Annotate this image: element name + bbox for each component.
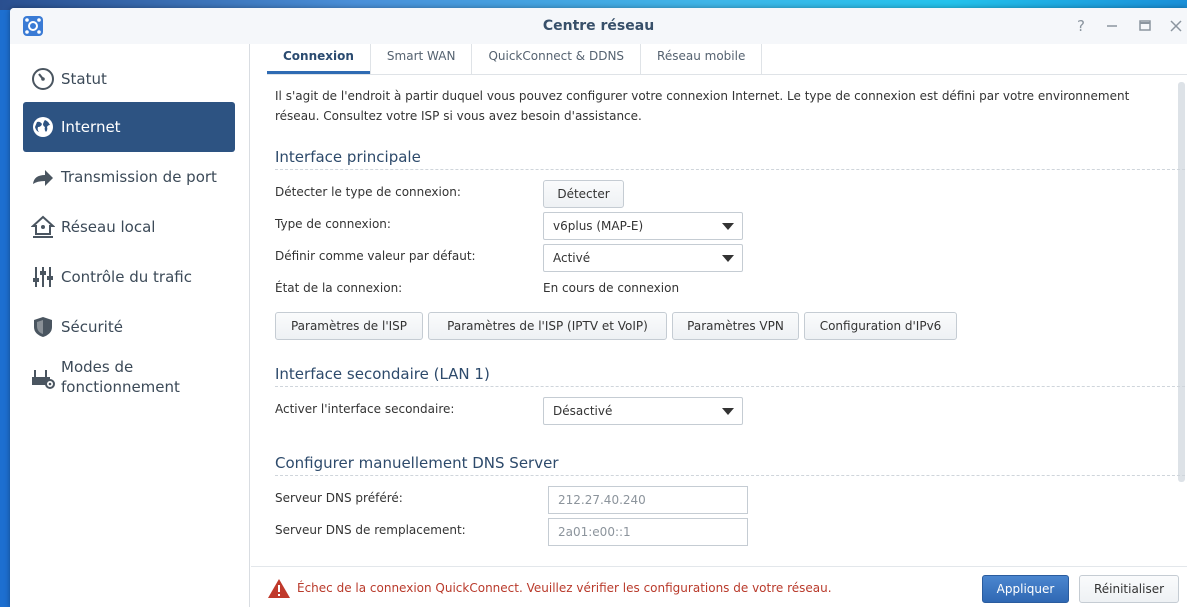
warning-icon xyxy=(268,579,290,598)
scrollbar[interactable] xyxy=(1178,82,1185,482)
vpn-settings-button[interactable]: Paramètres VPN xyxy=(672,312,799,340)
detect-label: Détecter le type de connexion: xyxy=(275,185,461,199)
reset-button[interactable]: Réinitialiser xyxy=(1079,575,1179,603)
chevron-down-icon xyxy=(722,408,734,415)
tab-reseau-mobile[interactable]: Réseau mobile xyxy=(641,44,763,74)
sidebar-item-controle-du-trafic[interactable]: Contrôle du trafic xyxy=(23,252,235,302)
chevron-down-icon xyxy=(722,255,734,262)
chevron-down-icon xyxy=(722,223,734,230)
preferred-dns-label: Serveur DNS préféré: xyxy=(275,491,403,505)
sidebar-item-label: Modes de fonctionnement xyxy=(61,358,180,396)
help-icon[interactable]: ? xyxy=(1072,17,1090,35)
forward-arrow-icon xyxy=(33,170,53,186)
sidebar-item-label: Transmission de port xyxy=(61,168,217,186)
dns-title: Configurer manuellement DNS Server xyxy=(275,454,559,472)
preferred-dns-input[interactable]: 212.27.40.240 xyxy=(548,486,748,514)
enable-secondary-value: Désactivé xyxy=(553,404,613,418)
connection-type-select[interactable]: v6plus (MAP-E) xyxy=(543,212,743,240)
primary-interface-title: Interface principale xyxy=(275,148,421,166)
shield-icon xyxy=(34,317,52,337)
section-divider xyxy=(275,169,1185,170)
tab-quickconnect-ddns[interactable]: QuickConnect & DDNS xyxy=(472,44,642,74)
footer-bar: Échec de la connexion QuickConnect. Veui… xyxy=(251,566,1187,607)
description-text: Il s'agit de l'endroit à partir duquel v… xyxy=(275,89,1130,123)
gauge-icon xyxy=(32,68,54,90)
minimize-icon[interactable] xyxy=(1103,17,1121,35)
sidebar-item-internet[interactable]: Internet xyxy=(23,102,235,152)
home-network-icon xyxy=(31,215,55,238)
section-divider xyxy=(275,386,1185,387)
enable-secondary-select[interactable]: Désactivé xyxy=(543,397,743,425)
sidebar-item-securite[interactable]: Sécurité xyxy=(23,302,235,352)
sliders-icon xyxy=(33,267,53,287)
globe-icon xyxy=(33,117,53,137)
sidebar-item-label: Internet xyxy=(61,118,121,136)
close-icon[interactable] xyxy=(1167,17,1185,35)
sidebar: Statut Internet Transmission de port Rés… xyxy=(10,44,250,607)
default-value: Activé xyxy=(553,251,591,265)
secondary-interface-title: Interface secondaire (LAN 1) xyxy=(275,365,490,383)
sidebar-item-modes-de-fonctionnement[interactable]: Modes de fonctionnement xyxy=(23,352,235,402)
network-center-window: Centre réseau ? Statut Internet Transmis… xyxy=(10,8,1187,607)
router-icon xyxy=(32,370,55,389)
alternate-dns-input[interactable]: 2a01:e00::1 xyxy=(548,518,748,546)
tab-bar: Connexion Smart WAN QuickConnect & DDNS … xyxy=(267,44,763,74)
default-label: Définir comme valeur par défaut: xyxy=(275,249,476,263)
enable-secondary-label: Activer l'interface secondaire: xyxy=(275,402,455,416)
connection-state-label: État de la connexion: xyxy=(275,281,403,295)
quickconnect-warning-text: Échec de la connexion QuickConnect. Veui… xyxy=(297,581,832,595)
connexion-content: Il s'agit de l'endroit à partir duquel v… xyxy=(275,86,1185,546)
maximize-icon[interactable] xyxy=(1136,17,1154,35)
tabs-divider xyxy=(267,74,1187,75)
default-select[interactable]: Activé xyxy=(543,244,743,272)
connection-type-value: v6plus (MAP-E) xyxy=(553,219,644,233)
sidebar-item-statut[interactable]: Statut xyxy=(23,54,235,104)
connection-state-value: En cours de connexion xyxy=(543,281,680,295)
sidebar-item-reseau-local[interactable]: Réseau local xyxy=(23,202,235,252)
ipv6-config-button[interactable]: Configuration d'IPv6 xyxy=(804,312,957,340)
window-title: Centre réseau xyxy=(542,18,655,34)
apply-button[interactable]: Appliquer xyxy=(982,575,1069,603)
tab-connexion[interactable]: Connexion xyxy=(267,44,371,74)
sidebar-item-label: Statut xyxy=(61,70,107,88)
isp-iptv-voip-settings-button[interactable]: Paramètres de l'ISP (IPTV et VoIP) xyxy=(428,312,667,340)
sidebar-item-transmission-de-port[interactable]: Transmission de port xyxy=(23,152,235,202)
tab-smart-wan[interactable]: Smart WAN xyxy=(371,44,473,74)
alternate-dns-label: Serveur DNS de remplacement: xyxy=(275,523,466,537)
sidebar-item-label: Sécurité xyxy=(61,318,123,336)
main-panel: Connexion Smart WAN QuickConnect & DDNS … xyxy=(251,44,1187,607)
sidebar-item-label: Réseau local xyxy=(61,218,156,236)
connection-type-label: Type de connexion: xyxy=(275,217,391,231)
section-divider xyxy=(275,475,1185,476)
titlebar[interactable]: Centre réseau ? xyxy=(10,8,1187,44)
detect-button[interactable]: Détecter xyxy=(543,180,624,208)
isp-settings-button[interactable]: Paramètres de l'ISP xyxy=(275,312,423,340)
sidebar-item-label: Contrôle du trafic xyxy=(61,268,192,286)
